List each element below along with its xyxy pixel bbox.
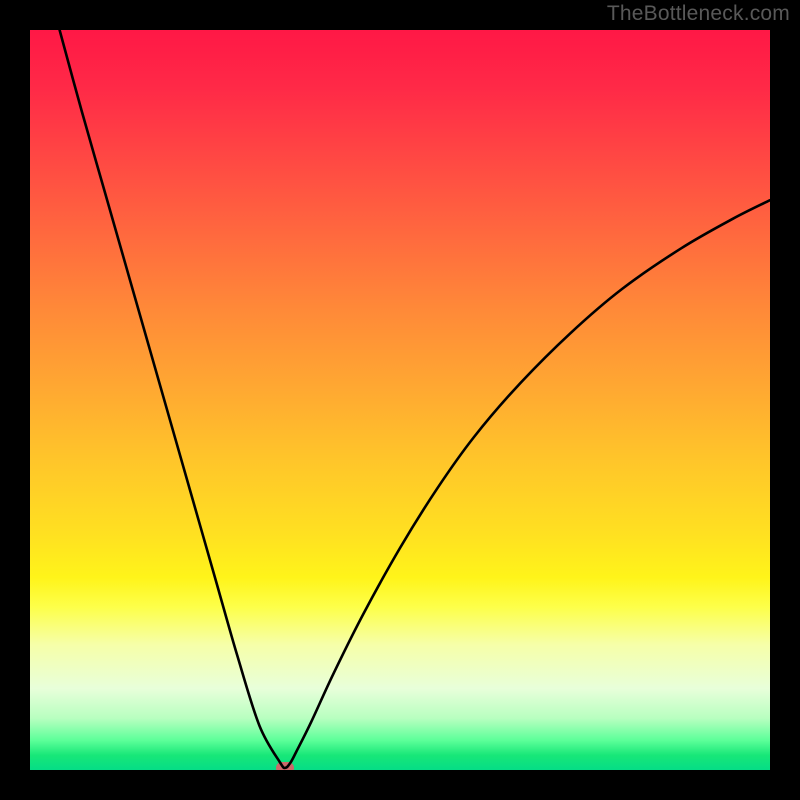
watermark-text: TheBottleneck.com: [607, 2, 790, 26]
plot-area: [30, 30, 770, 770]
chart-frame: TheBottleneck.com: [0, 0, 800, 800]
bottleneck-curve: [30, 30, 770, 770]
curve-path: [60, 30, 770, 768]
